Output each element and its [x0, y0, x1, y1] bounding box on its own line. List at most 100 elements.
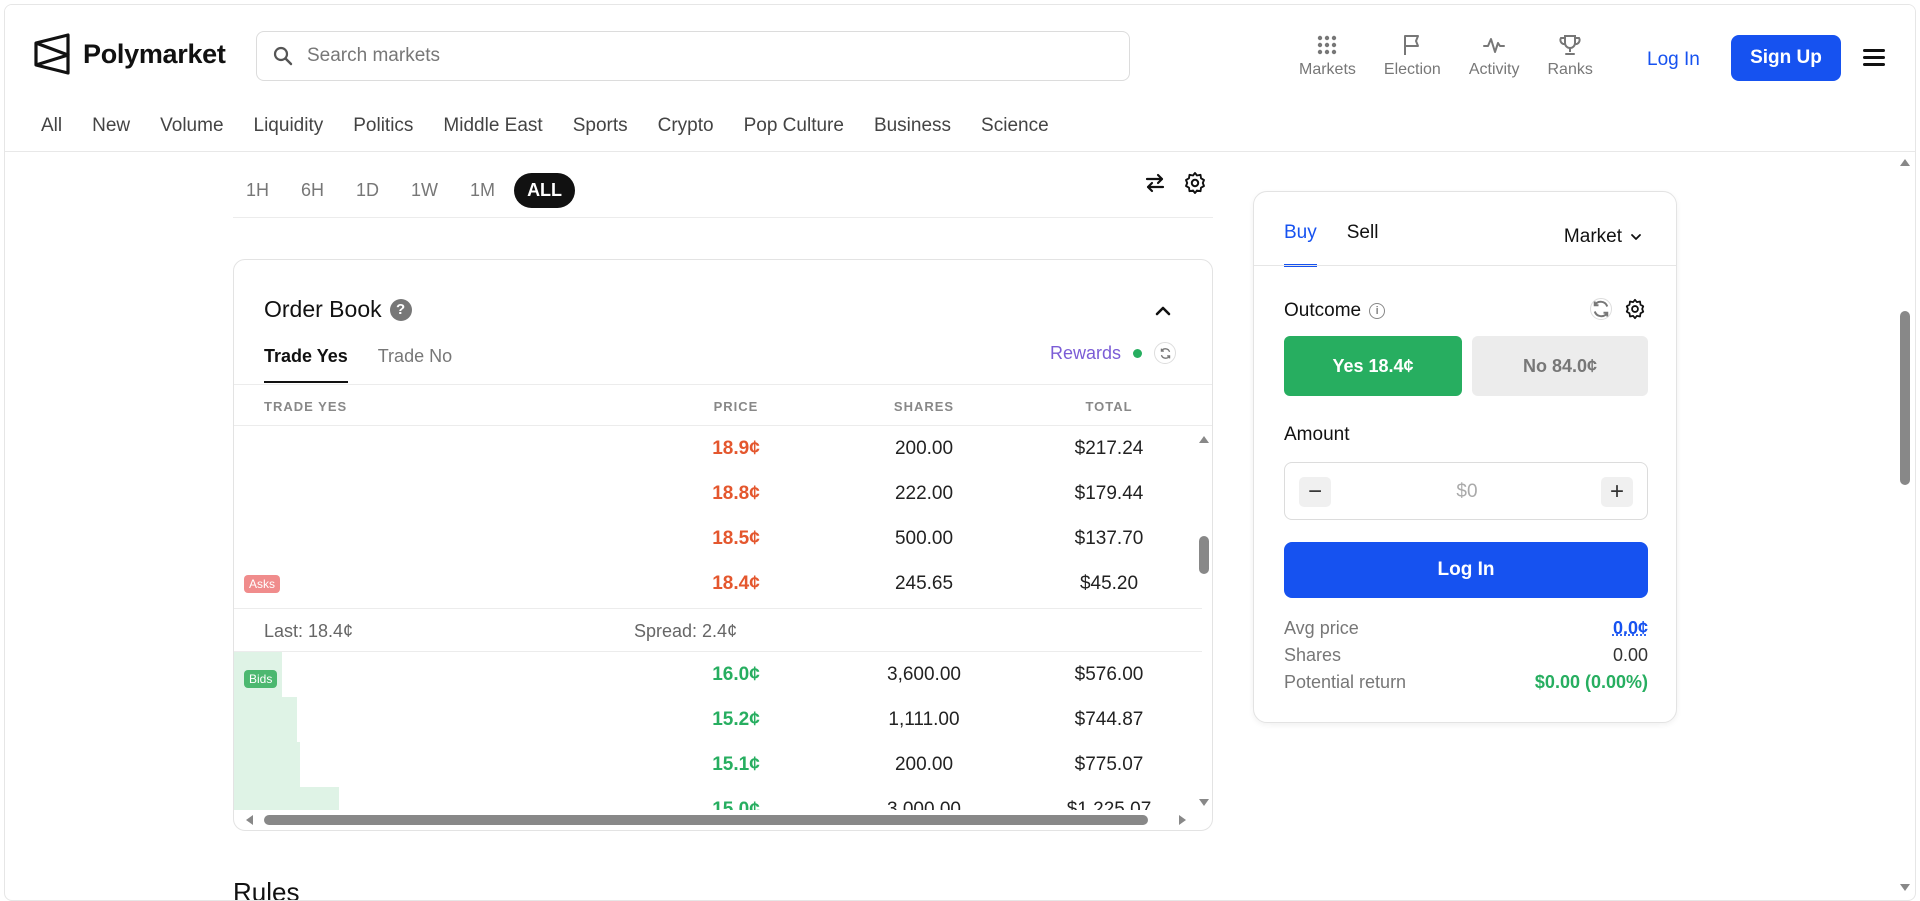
category-politics[interactable]: Politics: [353, 115, 413, 137]
scroll-down-arrow[interactable]: [1199, 799, 1209, 806]
increase-amount-button[interactable]: +: [1601, 477, 1633, 507]
page-scroll-down-arrow[interactable]: [1900, 884, 1910, 891]
ask-row[interactable]: 18.5¢ 500.00 $137.70: [234, 516, 1202, 561]
help-icon[interactable]: ?: [389, 298, 412, 321]
stat-label: Shares: [1284, 645, 1342, 665]
ask-shares: 200.00: [894, 438, 954, 459]
tab-sell[interactable]: Sell: [1347, 222, 1379, 267]
chevron-up-icon[interactable]: [1152, 300, 1174, 322]
no-outcome-button[interactable]: No 84.0¢: [1472, 336, 1648, 396]
yes-outcome-button[interactable]: Yes 18.4¢: [1284, 336, 1462, 396]
nav-activity[interactable]: Activity: [1455, 33, 1534, 79]
scroll-up-arrow[interactable]: [1199, 436, 1209, 443]
timeframe-1m[interactable]: 1M: [457, 173, 508, 208]
category-crypto[interactable]: Crypto: [658, 115, 714, 137]
category-science[interactable]: Science: [981, 115, 1049, 137]
signup-button[interactable]: Sign Up: [1731, 35, 1841, 81]
timeframe-1w[interactable]: 1W: [398, 173, 451, 208]
nav-ranks-label: Ranks: [1547, 61, 1593, 78]
activity-icon: [1483, 38, 1506, 53]
ask-row[interactable]: 18.9¢ 200.00 $217.24: [234, 426, 1202, 471]
bids-badge: Bids: [244, 670, 278, 688]
amount-label: Amount: [1284, 424, 1350, 445]
ask-row[interactable]: Asks 18.4¢ 245.65 $45.20: [234, 561, 1202, 606]
tab-trade-yes[interactable]: Trade Yes: [264, 346, 348, 383]
search-icon: [273, 46, 293, 66]
info-icon[interactable]: i: [1369, 303, 1386, 319]
rewards-section: Rewards: [1050, 342, 1176, 364]
rewards-status-dot: [1133, 348, 1142, 358]
gear-icon[interactable]: [1183, 171, 1207, 195]
bid-row[interactable]: 15.0¢ 3,000.00 $1,225.07: [234, 787, 1202, 810]
nav-activity-label: Activity: [1468, 61, 1520, 78]
bid-row[interactable]: 15.1¢ 200.00 $775.07: [234, 742, 1202, 787]
amount-input[interactable]: [1345, 477, 1589, 507]
ask-shares: 500.00: [894, 528, 954, 549]
timeframe-selector: 1H 6H 1D 1W 1M ALL: [233, 173, 576, 208]
category-liquidity[interactable]: Liquidity: [254, 115, 324, 137]
decrease-amount-button[interactable]: −: [1299, 477, 1331, 507]
bid-price: 15.1¢: [712, 754, 760, 775]
nav-election-label: Election: [1383, 61, 1441, 78]
bid-price: 15.0¢: [712, 799, 760, 810]
ask-row[interactable]: 18.8¢ 222.00 $179.44: [234, 471, 1202, 516]
tab-trade-no[interactable]: Trade No: [378, 346, 452, 383]
scroll-thumb[interactable]: [1199, 536, 1209, 574]
nav-election[interactable]: Election: [1370, 33, 1455, 79]
stat-value[interactable]: 0.0¢: [1613, 618, 1648, 645]
outcome-refresh-button[interactable]: [1590, 298, 1612, 320]
order-book-body: 18.9¢ 200.00 $217.24 18.8¢ 222.00 $179.4…: [234, 426, 1202, 810]
brand-name: Polymarket: [83, 38, 226, 69]
page-scrollbar[interactable]: [1899, 155, 1911, 895]
category-all[interactable]: All: [41, 115, 62, 137]
outcome-label-text: Outcome: [1284, 300, 1362, 321]
order-book-horizontal-scrollbar[interactable]: [242, 812, 1208, 826]
search-bar[interactable]: [256, 31, 1130, 81]
order-book-vertical-scrollbar[interactable]: [1198, 436, 1210, 806]
bid-row[interactable]: 15.2¢ 1,111.00 $744.87: [234, 697, 1202, 742]
trade-login-button[interactable]: Log In: [1284, 542, 1648, 598]
scroll-left-arrow[interactable]: [246, 815, 253, 825]
spread-value: Spread: 2.4¢: [634, 621, 738, 641]
category-volume[interactable]: Volume: [160, 115, 223, 137]
polymarket-logo-icon: [34, 33, 70, 75]
swap-icon[interactable]: [1143, 171, 1167, 195]
rewards-link[interactable]: Rewards: [1050, 343, 1121, 364]
refresh-button[interactable]: [1154, 342, 1176, 364]
ask-price: 18.8¢: [712, 483, 760, 504]
ask-shares: 245.65: [894, 573, 954, 594]
menu-icon[interactable]: [1863, 49, 1885, 67]
order-type-dropdown[interactable]: Market: [1564, 226, 1642, 248]
timeframe-all[interactable]: ALL: [514, 173, 576, 208]
scroll-right-arrow[interactable]: [1179, 815, 1186, 825]
header-login-link[interactable]: Log In: [1647, 49, 1700, 71]
category-business[interactable]: Business: [874, 115, 951, 137]
page-scroll-up-arrow[interactable]: [1900, 159, 1910, 166]
ask-total: $137.70: [1074, 528, 1144, 549]
search-input[interactable]: [307, 45, 1087, 67]
category-new[interactable]: New: [92, 115, 130, 137]
gear-icon[interactable]: [1624, 298, 1646, 320]
logo[interactable]: Polymarket: [33, 33, 226, 75]
tab-buy[interactable]: Buy: [1284, 222, 1317, 267]
page-scroll-thumb[interactable]: [1900, 311, 1910, 485]
ask-price: 18.5¢: [712, 528, 760, 549]
bid-row[interactable]: Bids 16.0¢ 3,600.00 $576.00: [234, 652, 1202, 697]
nav-markets[interactable]: Markets: [1285, 33, 1370, 79]
grid-icon: [1318, 35, 1337, 55]
nav-ranks[interactable]: Ranks: [1534, 33, 1607, 79]
scroll-thumb[interactable]: [264, 815, 1148, 825]
category-pop-culture[interactable]: Pop Culture: [744, 115, 844, 137]
bid-depth-bar: [234, 787, 339, 810]
order-type-value: Market: [1563, 226, 1622, 247]
rules-heading: Rules: [233, 877, 300, 901]
category-middle-east[interactable]: Middle East: [443, 115, 542, 137]
trade-panel: Buy Sell Market Outcome i Yes 18.4¢ No 8…: [1253, 191, 1677, 723]
category-sports[interactable]: Sports: [573, 115, 628, 137]
timeframe-6h[interactable]: 6H: [288, 173, 337, 208]
timeframe-1d[interactable]: 1D: [343, 173, 392, 208]
bid-shares: 3,600.00: [887, 664, 961, 685]
column-price: PRICE: [713, 399, 759, 414]
column-shares: SHARES: [893, 399, 955, 414]
timeframe-1h[interactable]: 1H: [233, 173, 282, 208]
